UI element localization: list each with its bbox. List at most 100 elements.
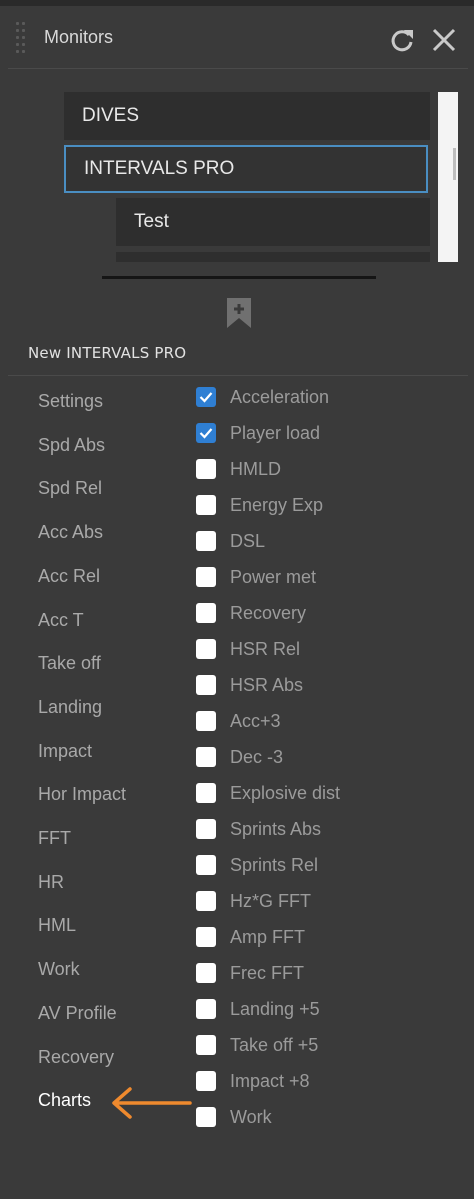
- checkbox[interactable]: [196, 999, 216, 1019]
- checkbox[interactable]: [196, 495, 216, 515]
- category-recovery[interactable]: Recovery: [38, 1047, 114, 1068]
- metric-checkbox-row[interactable]: Hz*G FFT: [196, 888, 311, 914]
- metric-checkbox-row[interactable]: Work: [196, 1104, 272, 1130]
- metric-label: Work: [230, 1106, 272, 1127]
- metric-label: Sprints Rel: [230, 854, 319, 875]
- header-divider: [8, 68, 468, 69]
- metric-checkbox-row[interactable]: Energy Exp: [196, 492, 323, 518]
- metric-checkbox-row[interactable]: Take off +5: [196, 1032, 318, 1058]
- metric-label: Power met: [230, 566, 317, 587]
- checkbox[interactable]: [196, 855, 216, 875]
- metric-checkbox-row[interactable]: Frec FFT: [196, 960, 304, 986]
- metric-checkbox-row[interactable]: HSR Rel: [196, 636, 300, 662]
- checkbox[interactable]: [196, 1107, 216, 1127]
- metric-checkbox-row[interactable]: Explosive dist: [196, 780, 340, 806]
- category-hml[interactable]: HML: [38, 915, 76, 936]
- metric-checkbox-row[interactable]: DSL: [196, 528, 265, 554]
- monitor-item-partial[interactable]: [116, 252, 430, 262]
- metric-checkbox-row[interactable]: Acceleration: [196, 384, 329, 410]
- metric-label: Impact +8: [230, 1070, 310, 1091]
- metric-checkbox-row[interactable]: Recovery: [196, 600, 306, 626]
- monitor-item-intervals-pro[interactable]: INTERVALS PRO: [64, 145, 428, 193]
- checkbox[interactable]: [196, 747, 216, 767]
- category-settings[interactable]: Settings: [38, 391, 103, 412]
- checkbox[interactable]: [196, 675, 216, 695]
- metric-label: Amp FFT: [230, 926, 305, 947]
- category-acc-t[interactable]: Acc T: [38, 610, 84, 631]
- checkbox[interactable]: [196, 459, 216, 479]
- metric-label: Explosive dist: [230, 782, 341, 803]
- category-av-profile[interactable]: AV Profile: [38, 1003, 117, 1024]
- category-spd-abs[interactable]: Spd Abs: [38, 435, 105, 456]
- category-landing[interactable]: Landing: [38, 697, 102, 718]
- metric-label: Player load: [230, 422, 321, 443]
- category-work[interactable]: Work: [38, 959, 80, 980]
- close-icon[interactable]: [430, 26, 458, 54]
- metric-checkbox-row[interactable]: Impact +8: [196, 1068, 310, 1094]
- metric-checkbox-row[interactable]: Landing +5: [196, 996, 320, 1022]
- metric-label: Sprints Abs: [230, 818, 322, 839]
- metric-label: Landing +5: [230, 998, 320, 1019]
- new-monitor-label: New INTERVALS PRO: [28, 344, 187, 362]
- metric-label: Dec -3: [230, 746, 284, 767]
- refresh-icon[interactable]: [388, 26, 416, 54]
- monitors-panel: Monitors DIVES INTERVALS PRO Test New IN…: [0, 0, 474, 1199]
- metric-label: HMLD: [230, 458, 282, 479]
- add-bookmark-icon[interactable]: [225, 296, 253, 330]
- checkmark-icon: [199, 428, 213, 439]
- checkbox[interactable]: [196, 783, 216, 803]
- metric-label: DSL: [230, 530, 266, 551]
- checkbox[interactable]: [196, 891, 216, 911]
- monitor-item-label: Test: [134, 211, 169, 232]
- metric-label: HSR Abs: [230, 674, 304, 695]
- category-hor-impact[interactable]: Hor Impact: [38, 784, 126, 805]
- checkbox[interactable]: [196, 639, 216, 659]
- metric-checkbox-row[interactable]: Power met: [196, 564, 316, 590]
- drag-handle-icon[interactable]: [16, 22, 28, 56]
- panel-title: Monitors: [44, 27, 114, 47]
- category-take-off[interactable]: Take off: [38, 653, 101, 674]
- checkbox[interactable]: [196, 387, 216, 407]
- annotation-arrow-icon: [112, 1087, 192, 1119]
- metric-label: Take off +5: [230, 1034, 319, 1055]
- metric-checkbox-row[interactable]: Amp FFT: [196, 924, 305, 950]
- list-scrollbar-thumb[interactable]: [453, 148, 456, 180]
- checkbox[interactable]: [196, 927, 216, 947]
- section-divider: [8, 375, 468, 376]
- metric-label: HSR Rel: [230, 638, 301, 659]
- category-charts[interactable]: Charts: [38, 1090, 91, 1111]
- category-acc-abs[interactable]: Acc Abs: [38, 522, 103, 543]
- category-hr[interactable]: HR: [38, 872, 64, 893]
- checkbox[interactable]: [196, 963, 216, 983]
- metric-checkbox-row[interactable]: Acc+3: [196, 708, 281, 734]
- metric-checkbox-row[interactable]: HMLD: [196, 456, 281, 482]
- metric-label: Acc+3: [230, 710, 281, 731]
- monitor-item-label: DIVES: [82, 105, 140, 126]
- monitor-item-label: INTERVALS PRO: [84, 158, 235, 179]
- monitor-item-dives[interactable]: DIVES: [64, 92, 430, 140]
- category-impact[interactable]: Impact: [38, 741, 92, 762]
- category-fft[interactable]: FFT: [38, 828, 71, 849]
- checkbox[interactable]: [196, 423, 216, 443]
- metric-label: Recovery: [230, 602, 307, 623]
- metric-checkbox-row[interactable]: Sprints Abs: [196, 816, 321, 842]
- metric-checkbox-row[interactable]: Player load: [196, 420, 320, 446]
- category-acc-rel[interactable]: Acc Rel: [38, 566, 100, 587]
- metric-label: Hz*G FFT: [230, 890, 311, 911]
- checkbox[interactable]: [196, 603, 216, 623]
- metric-checkbox-row[interactable]: Sprints Rel: [196, 852, 318, 878]
- checkbox[interactable]: [196, 1071, 216, 1091]
- metric-checkbox-row[interactable]: Dec -3: [196, 744, 283, 770]
- metric-label: Acceleration: [230, 386, 330, 407]
- metric-checkbox-row[interactable]: HSR Abs: [196, 672, 303, 698]
- checkbox[interactable]: [196, 819, 216, 839]
- checkbox[interactable]: [196, 531, 216, 551]
- list-bottom-divider: [102, 276, 376, 279]
- checkbox[interactable]: [196, 567, 216, 587]
- monitor-list: DIVES INTERVALS PRO Test: [64, 92, 430, 262]
- category-spd-rel[interactable]: Spd Rel: [38, 478, 102, 499]
- checkbox[interactable]: [196, 1035, 216, 1055]
- metric-label: Frec FFT: [230, 962, 304, 983]
- monitor-item-test[interactable]: Test: [116, 198, 430, 246]
- checkbox[interactable]: [196, 711, 216, 731]
